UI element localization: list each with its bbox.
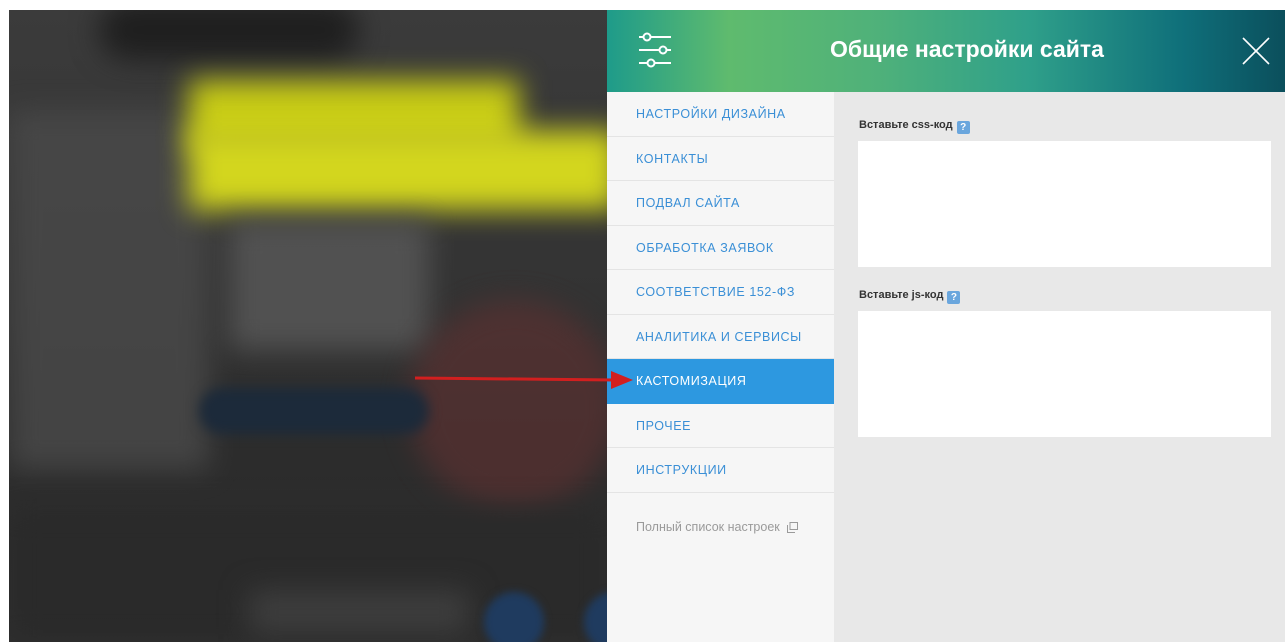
menu-item-analytics[interactable]: АНАЛИТИКА И СЕРВИСЫ xyxy=(607,315,834,359)
menu-item-152fz[interactable]: СООТВЕТСТВИЕ 152-ФЗ xyxy=(607,270,834,315)
full-list-label: Полный список настроек xyxy=(636,520,780,534)
js-code-label: Вставьте js-код xyxy=(859,289,944,301)
external-link-icon xyxy=(787,522,799,534)
menu-item-instructions[interactable]: ИНСТРУКЦИИ xyxy=(607,448,834,493)
js-code-label-row: Вставьте js-код? xyxy=(859,289,961,304)
annotation-arrow-icon xyxy=(415,371,633,389)
css-code-input[interactable] xyxy=(858,141,1271,267)
panel-header: Общие настройки сайта xyxy=(607,10,1285,92)
menu-item-contacts[interactable]: КОНТАКТЫ xyxy=(607,137,834,181)
menu-item-other[interactable]: ПРОЧЕЕ xyxy=(607,404,834,448)
bg-headline-highlight xyxy=(189,130,607,210)
help-icon[interactable]: ? xyxy=(956,121,970,134)
help-icon[interactable]: ? xyxy=(947,291,961,304)
full-settings-list-link[interactable]: Полный список настроек xyxy=(636,520,799,534)
css-code-label: Вставьте css-код xyxy=(859,119,953,131)
js-code-input[interactable] xyxy=(858,311,1271,437)
bg-shape xyxy=(409,300,607,510)
sliders-icon xyxy=(639,32,671,68)
bg-shape xyxy=(99,10,359,60)
bg-button xyxy=(199,388,429,434)
close-icon[interactable] xyxy=(1239,34,1273,68)
settings-menu: НАСТРОЙКИ ДИЗАЙНА КОНТАКТЫ ПОДВАЛ САЙТА … xyxy=(607,92,834,642)
panel-title: Общие настройки сайта xyxy=(830,36,1104,62)
menu-item-footer[interactable]: ПОДВАЛ САЙТА xyxy=(607,181,834,226)
menu-item-design[interactable]: НАСТРОЙКИ ДИЗАЙНА xyxy=(607,92,834,137)
bg-shape xyxy=(9,110,209,470)
screenshot-stage: Общие настройки сайта НАСТРОЙКИ ДИЗАЙНА … xyxy=(0,0,1285,642)
css-code-label-row: Вставьте css-код? xyxy=(859,119,970,134)
menu-item-requests[interactable]: ОБРАБОТКА ЗАЯВОК xyxy=(607,226,834,270)
bg-shape xyxy=(249,590,469,634)
bg-shape xyxy=(229,220,429,350)
site-settings-panel: Общие настройки сайта НАСТРОЙКИ ДИЗАЙНА … xyxy=(607,10,1285,642)
menu-item-customization[interactable]: КАСТОМИЗАЦИЯ xyxy=(607,359,834,404)
blurred-site-background xyxy=(9,10,607,642)
